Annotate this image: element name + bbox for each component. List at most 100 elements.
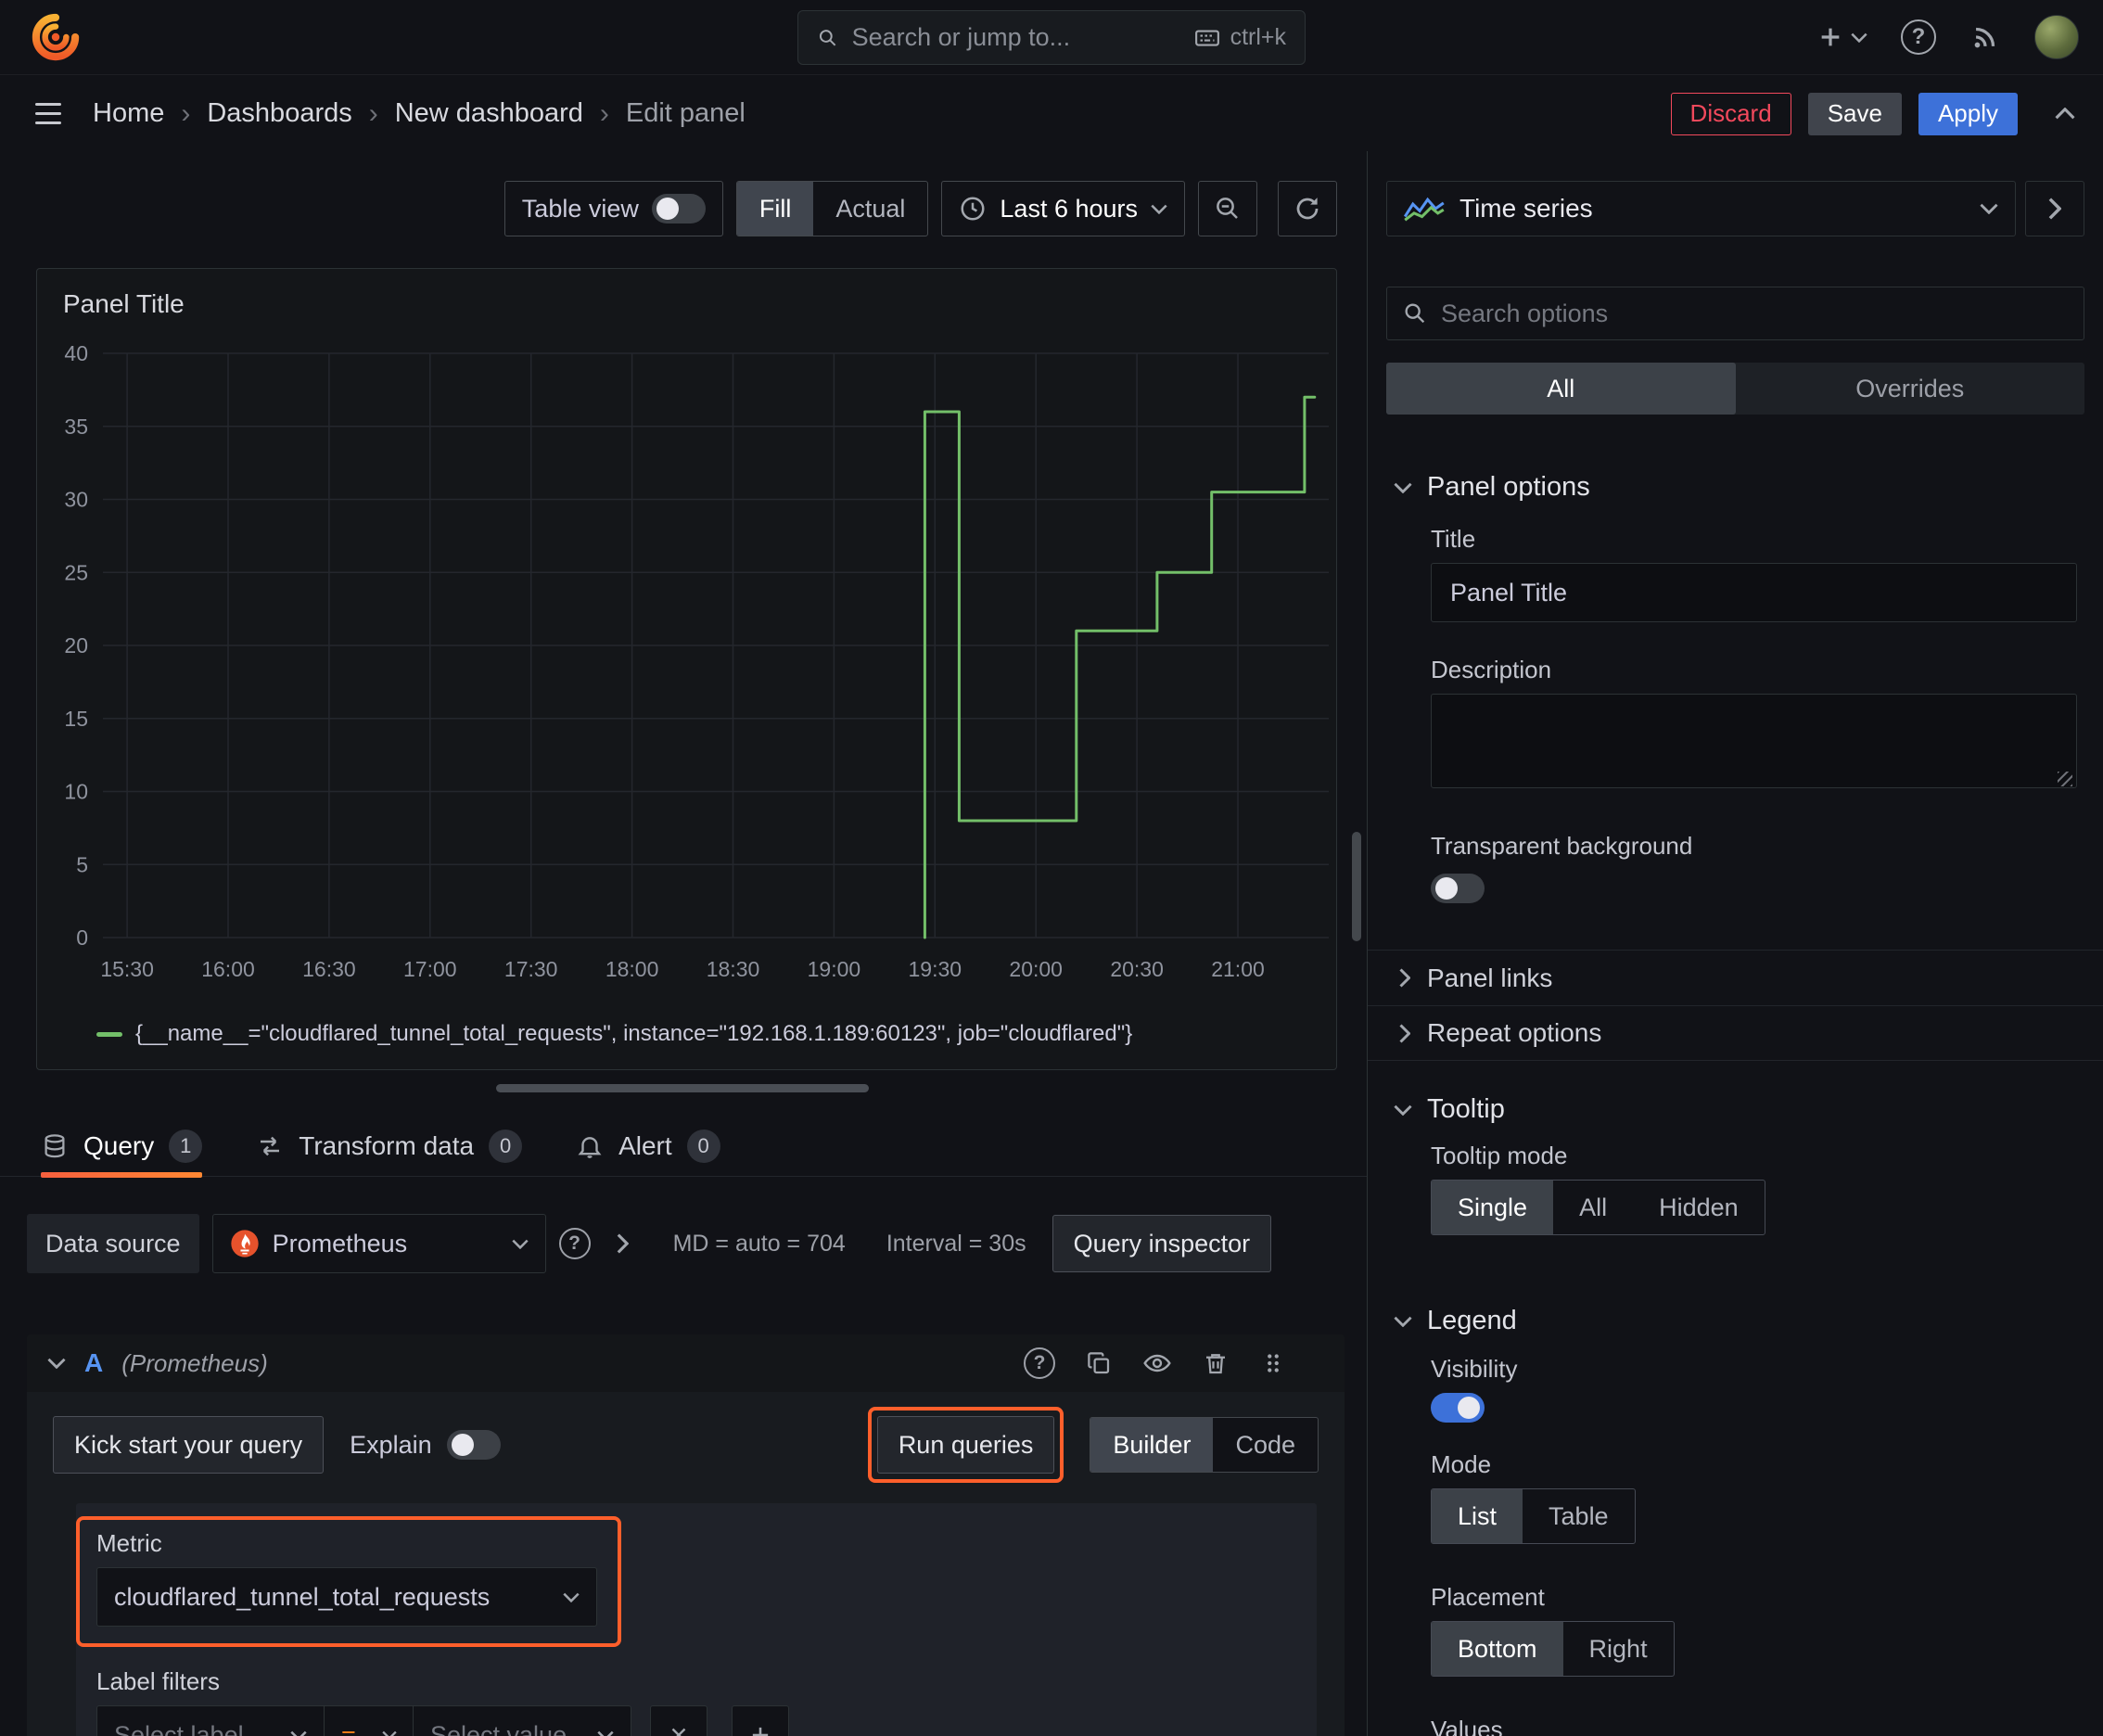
metric-value: cloudflared_tunnel_total_requests [114, 1582, 491, 1611]
explain-label: Explain [350, 1430, 432, 1459]
vertical-scrollbar[interactable] [1352, 832, 1361, 941]
options-search-input[interactable] [1441, 299, 2069, 328]
breadcrumb-separator: › [181, 97, 191, 129]
query-row-header[interactable]: A (Prometheus) ? [27, 1334, 1345, 1392]
chevron-down-icon [563, 1592, 580, 1602]
code-option[interactable]: Code [1213, 1418, 1318, 1472]
tab-overrides[interactable]: Overrides [1736, 363, 2085, 415]
fill-option[interactable]: Fill [736, 182, 814, 236]
user-avatar[interactable] [2034, 15, 2079, 59]
menu-icon[interactable] [28, 96, 69, 132]
metric-select[interactable]: cloudflared_tunnel_total_requests [96, 1567, 597, 1627]
apply-button[interactable]: Apply [1918, 92, 2018, 135]
tooltip-mode-label: Tooltip mode [1431, 1142, 1568, 1169]
panel-title: Panel Title [63, 289, 185, 318]
query-editor-card: A (Prometheus) ? Kick start your query E… [27, 1334, 1345, 1736]
grafana-logo-icon[interactable] [32, 13, 80, 61]
panel-title-input[interactable] [1431, 563, 2077, 622]
panel-options-header[interactable]: Panel options [1394, 472, 2084, 503]
chevron-down-icon [1394, 1104, 1412, 1116]
breadcrumb-dashboards[interactable]: Dashboards [207, 98, 351, 129]
datasource-picker[interactable]: Prometheus [211, 1214, 546, 1273]
actual-option[interactable]: Actual [813, 182, 927, 236]
tab-transform-data[interactable]: Transform data 0 [256, 1116, 523, 1177]
operator-dropdown[interactable]: = [324, 1705, 414, 1736]
tab-all[interactable]: All [1386, 363, 1736, 415]
metric-highlight: Metric cloudflared_tunnel_total_requests [76, 1516, 621, 1647]
mode-list-option[interactable]: List [1432, 1489, 1523, 1543]
trash-icon[interactable] [1202, 1349, 1230, 1377]
drag-handle-icon[interactable] [1259, 1349, 1287, 1377]
remove-filter-button[interactable] [650, 1705, 707, 1736]
explain-switch[interactable] [446, 1430, 501, 1460]
svg-text:19:30: 19:30 [909, 957, 962, 981]
legend-visibility-switch[interactable] [1431, 1393, 1485, 1423]
hide-response-eye-icon[interactable] [1142, 1348, 1172, 1378]
query-ref-id[interactable]: A [84, 1348, 103, 1378]
tooltip-hidden-option[interactable]: Hidden [1633, 1181, 1765, 1234]
breadcrumb-home[interactable]: Home [93, 98, 164, 129]
legend-section-header[interactable]: Legend [1394, 1306, 2084, 1336]
news-rss-icon[interactable] [1969, 21, 2001, 53]
chevron-down-icon[interactable] [47, 1358, 66, 1369]
tooltip-single-option[interactable]: Single [1432, 1181, 1554, 1234]
duplicate-icon[interactable] [1085, 1349, 1113, 1377]
tab-query[interactable]: Query 1 [41, 1116, 203, 1178]
query-help-icon[interactable]: ? [1024, 1347, 1055, 1379]
table-view-switch[interactable] [651, 194, 706, 223]
placement-label: Placement [1431, 1583, 1545, 1611]
select-label-dropdown[interactable]: Select label [96, 1705, 325, 1736]
refresh-button[interactable] [1278, 181, 1337, 236]
svg-text:16:30: 16:30 [302, 957, 356, 981]
run-queries-button[interactable]: Run queries [876, 1416, 1055, 1474]
panel-links-section[interactable]: Panel links [1368, 950, 2103, 1005]
chevron-down-icon [1394, 1316, 1412, 1327]
mode-table-option[interactable]: Table [1523, 1489, 1635, 1543]
global-search-input[interactable] [851, 23, 1180, 52]
chevron-right-icon [1399, 968, 1410, 988]
viz-type-label: Time series [1459, 194, 1593, 223]
zoom-out-button[interactable] [1198, 181, 1257, 236]
svg-text:15:30: 15:30 [100, 957, 154, 981]
chart-legend[interactable]: {__name__="cloudflared_tunnel_total_requ… [96, 1021, 1132, 1047]
svg-text:5: 5 [76, 852, 88, 876]
placement-right-option[interactable]: Right [1563, 1622, 1674, 1676]
transparent-background-switch[interactable] [1431, 874, 1485, 903]
breadcrumb-new-dashboard[interactable]: New dashboard [395, 98, 583, 129]
legend-mode-group: List Table [1431, 1488, 1636, 1544]
transform-icon [261, 1136, 280, 1155]
pane-resize-handle[interactable] [496, 1084, 869, 1092]
svg-text:20:30: 20:30 [1110, 957, 1164, 981]
global-search[interactable]: ctrl+k [797, 10, 1306, 65]
repeat-options-section[interactable]: Repeat options [1368, 1005, 2103, 1061]
tooltip-all-option[interactable]: All [1553, 1181, 1633, 1234]
time-series-chart[interactable]: 15:30 16:00 16:30 17:00 17:30 18:00 18:30 19:00… [39, 330, 1334, 990]
tooltip-section-header[interactable]: Tooltip [1394, 1094, 2084, 1125]
close-icon [671, 1728, 686, 1736]
add-filter-button[interactable] [732, 1705, 789, 1736]
visualization-picker[interactable]: Time series [1386, 181, 2016, 236]
chevron-up-icon[interactable] [2055, 108, 2075, 120]
description-textarea[interactable] [1431, 694, 2077, 788]
editor-tabs: Query 1 Transform data 0 Alert 0 [0, 1116, 1367, 1178]
select-value-dropdown[interactable]: Select value [413, 1705, 631, 1736]
resize-grip-icon[interactable] [2058, 772, 2072, 786]
discard-button[interactable]: Discard [1670, 92, 1791, 135]
refresh-icon [1296, 198, 1319, 220]
time-range-picker[interactable]: Last 6 hours [941, 181, 1185, 236]
query-inspector-button[interactable]: Query inspector [1052, 1215, 1272, 1272]
builder-option[interactable]: Builder [1090, 1418, 1214, 1472]
kick-start-button[interactable]: Kick start your query [53, 1416, 325, 1474]
collapse-options-button[interactable] [2025, 181, 2084, 236]
placement-bottom-option[interactable]: Bottom [1432, 1622, 1563, 1676]
table-view-toggle-group: Table view [503, 181, 723, 236]
help-icon[interactable]: ? [1901, 19, 1936, 55]
alert-count-badge: 0 [686, 1129, 720, 1163]
chevron-right-icon[interactable] [617, 1233, 629, 1254]
new-button[interactable] [1816, 22, 1867, 52]
options-search[interactable] [1386, 287, 2084, 340]
datasource-help-icon[interactable]: ? [558, 1228, 591, 1259]
tab-alert[interactable]: Alert 0 [576, 1116, 720, 1177]
breadcrumb-separator: › [368, 97, 378, 129]
save-button[interactable]: Save [1807, 92, 1902, 135]
